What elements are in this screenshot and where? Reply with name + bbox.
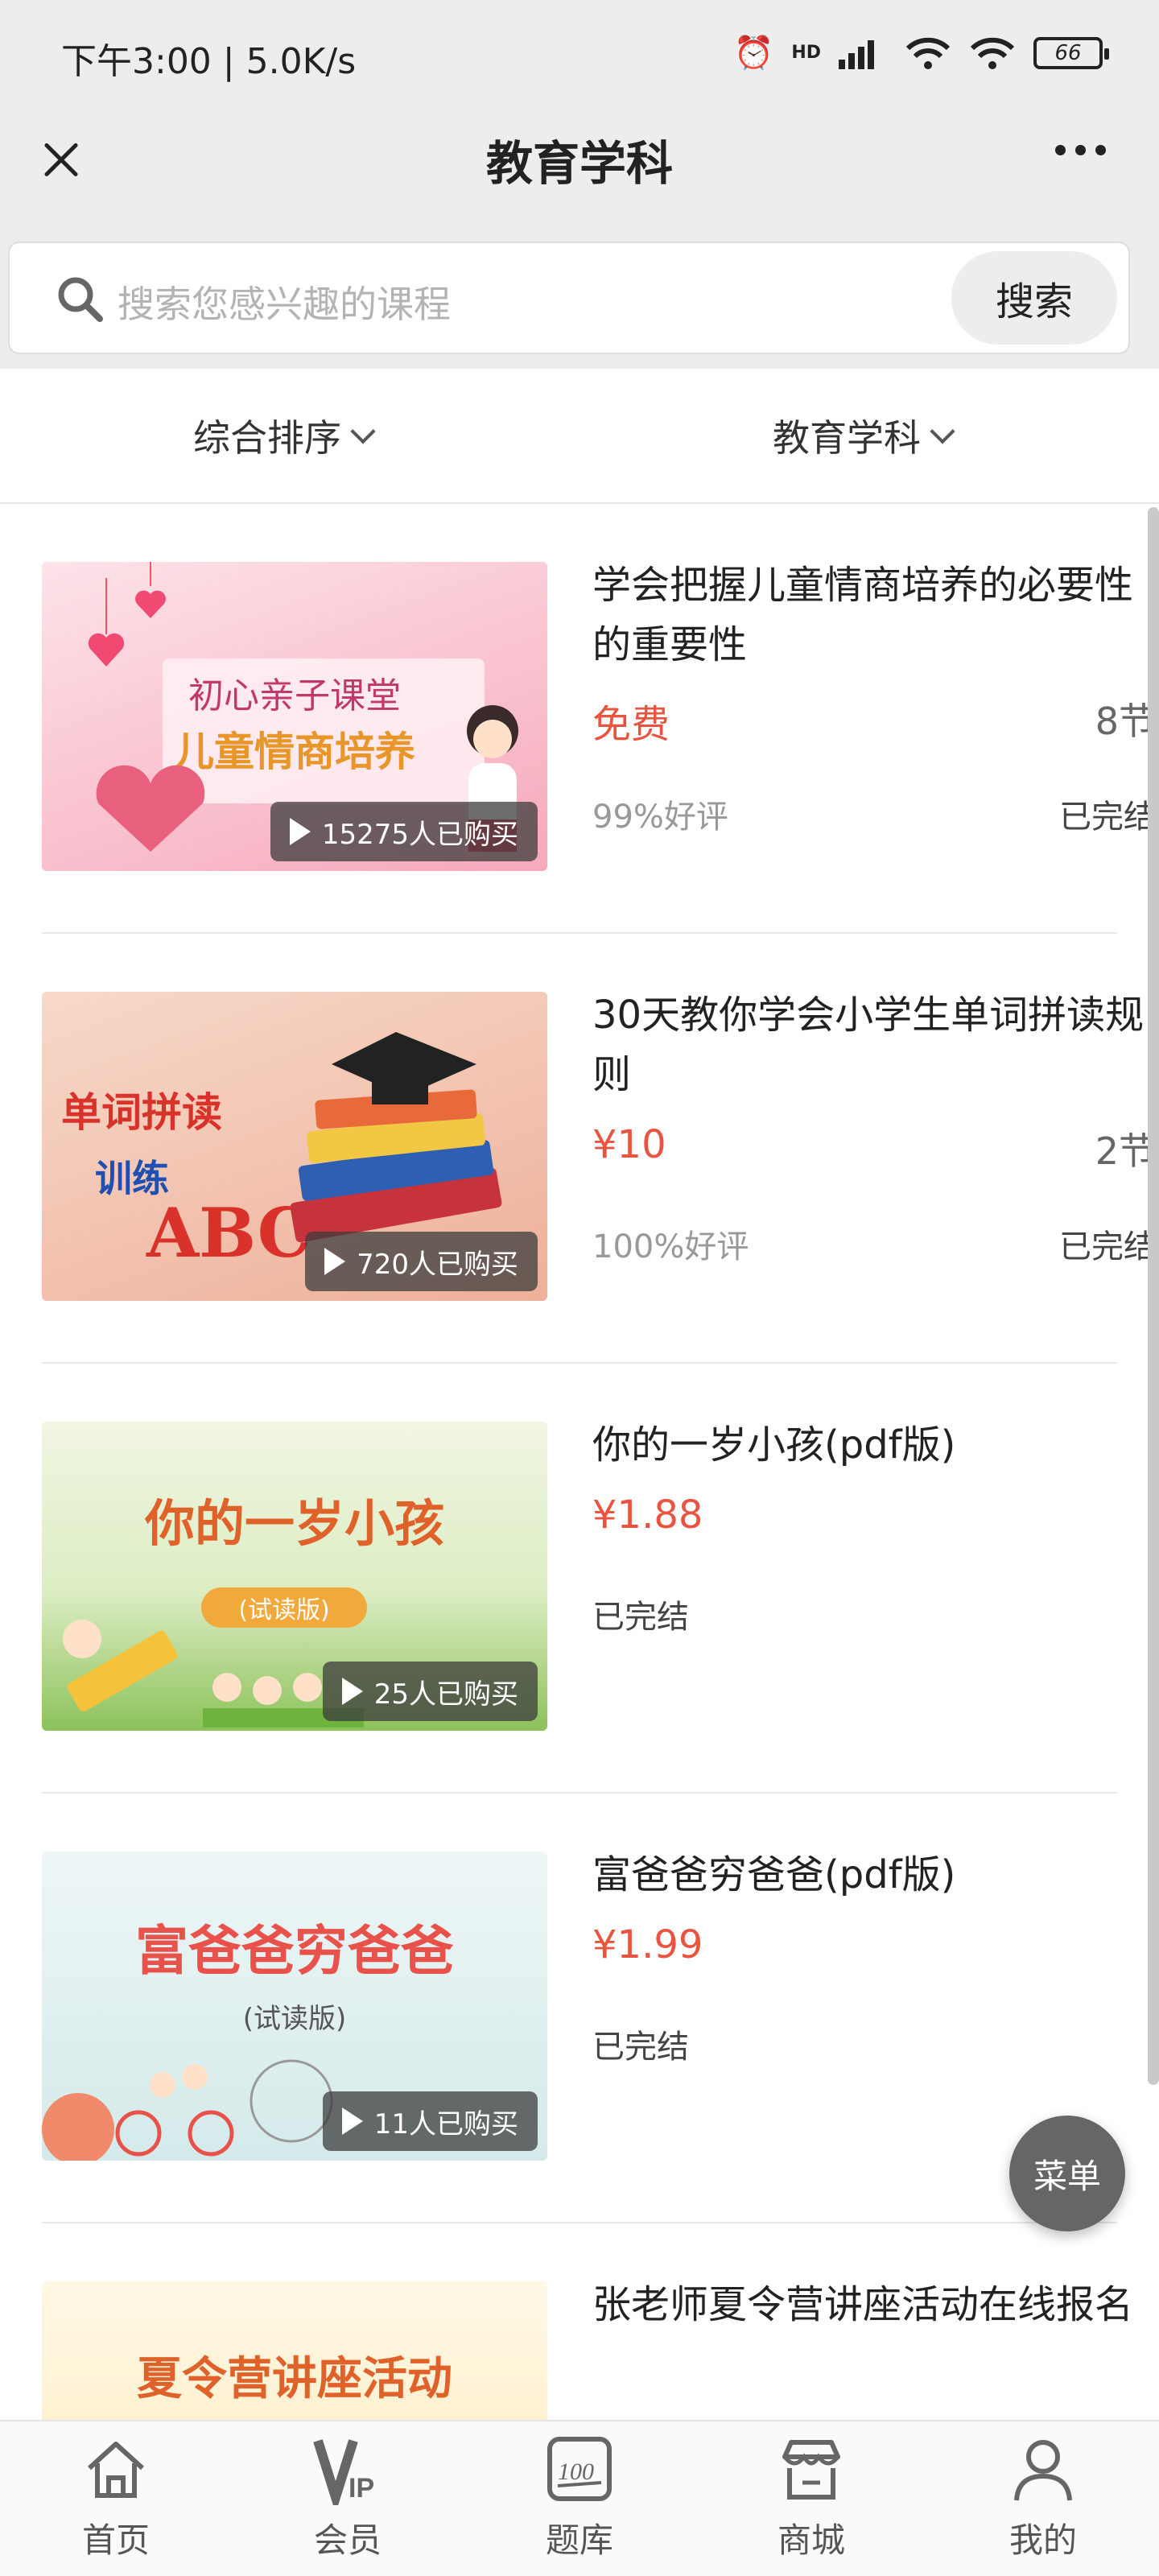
course-thumbnail[interactable]: 富爸爸穷爸爸 (试读版) 11人已购买 [42,1852,547,2161]
search-bar: 搜索您感兴趣的课程 搜索 [8,242,1130,354]
search-button[interactable]: 搜索 [951,251,1117,345]
profile-icon [1014,2440,1072,2501]
tab-store[interactable]: 商城 [731,2433,892,2562]
battery-icon: 66 [1033,36,1109,69]
category-filter[interactable]: 教育学科 [773,409,955,462]
thumbnail-badge: (试读版) [201,1587,367,1628]
course-title[interactable]: 张老师夏令营讲座活动在线报名 [592,2275,1156,2334]
tab-question-bank[interactable]: 100 题库 [499,2433,660,2562]
search-input[interactable]: 搜索您感兴趣的课程 [118,275,451,328]
more-icon[interactable] [1055,145,1106,155]
course-rating: 100%好评 [592,1228,749,1265]
course-thumbnail[interactable]: 你的一岁小孩 (试读版) 25人已购买 [42,1422,547,1731]
heart-balloon-icon [135,562,166,618]
bottom-tab-bar: 首页 IP 会员 100 题库 商城 我的 [0,2420,1159,2576]
course-item[interactable]: 初心亲子课堂 儿童情商培养 15275人已购买 学会把握儿童情商培养的必要性的重… [42,504,1156,934]
course-lessons: 8节 [1095,700,1156,743]
network-badge: HD [791,43,821,63]
thumbnail-title: 单词拼读 [61,1089,222,1136]
thumbnail-title: 你的一岁小孩 [144,1494,444,1553]
menu-button[interactable]: 菜单 [1009,2116,1125,2231]
course-title[interactable]: 学会把握儿童情商培养的必要性的重要性 [592,555,1156,675]
course-info: 30天教你学会小学生单词拼读规则 ¥10 2节 100%好评 已完结 [592,985,1156,1307]
tab-home[interactable]: 首页 [35,2433,196,2562]
thumbnail-title: 夏令营讲座活动 [137,2353,452,2405]
tab-store-label: 商城 [777,2520,845,2560]
svg-text:IP: IP [349,2473,374,2504]
buyers-badge: 15275人已购买 [270,802,538,861]
page-title: 教育学科 [485,136,673,191]
course-item[interactable]: 富爸爸穷爸爸 (试读版) 11人已购买 富爸爸穷爸爸(pdf版) ¥1.99 已… [42,1794,1117,2223]
course-price: ¥1.99 [592,1922,703,1967]
status-icons: ⏰ HD 66 [733,34,1109,72]
course-title[interactable]: 30天教你学会小学生单词拼读规则 [592,985,1156,1104]
search-icon [58,277,103,322]
signal-icon [839,39,874,69]
course-price: 免费 [592,702,670,747]
nav-bar: 教育学科 [0,108,1159,227]
course-info: 张老师夏令营讲座活动在线报名 [592,2275,1156,2420]
home-icon [87,2442,145,2498]
tab-profile-label: 我的 [1008,2520,1077,2560]
store-icon [782,2440,840,2500]
heart-box-icon [96,765,205,852]
course-status: 已完结 [592,2029,689,2066]
alarm-icon: ⏰ [733,35,774,72]
status-bar: 下午3:00 | 5.0K/s ⏰ HD 66 [0,0,1159,108]
books-icon [290,1032,502,1243]
course-item[interactable]: 单词拼读 训练 ABC 720人已购买 30天教你学会小学生单词拼读规则 ¥10… [42,934,1156,1364]
scrollbar[interactable] [1148,507,1159,2085]
wifi-icon-2 [970,37,1015,69]
tab-profile[interactable]: 我的 [963,2433,1124,2562]
question-bank-icon: 100 [547,2437,612,2501]
course-price: ¥1.88 [592,1492,703,1538]
course-status: 已完结 [1059,799,1156,836]
sort-filter[interactable]: 综合排序 [193,409,376,462]
chevron-down-icon [350,419,376,444]
buyers-badge: 25人已购买 [322,1662,538,1721]
tab-vip[interactable]: IP 会员 [267,2433,428,2562]
status-time-speed: 下午3:00 | 5.0K/s [61,41,357,82]
course-thumbnail[interactable]: 夏令营讲座活动 [42,2281,547,2420]
course-list: 初心亲子课堂 儿童情商培养 15275人已购买 学会把握儿童情商培养的必要性的重… [0,504,1159,2420]
course-thumbnail[interactable]: 单词拼读 训练 ABC 720人已购买 [42,992,547,1301]
course-title[interactable]: 你的一岁小孩(pdf版) [592,1415,1156,1475]
course-rating: 99%好评 [592,799,728,836]
course-item[interactable]: 夏令营讲座活动 张老师夏令营讲座活动在线报名 [42,2223,1133,2420]
course-status: 已完结 [592,1599,689,1636]
thumbnail-title: 富爸爸穷爸爸 [135,1920,454,1982]
pencil-illustration [63,1620,178,1712]
thumbnail-subtitle: (试读版) [242,2003,347,2035]
category-filter-label: 教育学科 [773,416,921,460]
wifi-icon [905,37,951,69]
course-thumbnail[interactable]: 初心亲子课堂 儿童情商培养 15275人已购买 [42,562,547,871]
course-lessons: 2节 [1095,1129,1156,1173]
course-info: 你的一岁小孩(pdf版) ¥1.88 已完结 [592,1415,1156,1737]
filter-bar: 综合排序 教育学科 [0,369,1159,504]
course-status: 已完结 [1059,1228,1156,1265]
sort-filter-label: 综合排序 [193,416,341,460]
vip-icon: IP [313,2439,374,2514]
search-section: 搜索您感兴趣的课程 搜索 [0,227,1159,369]
buyers-badge: 11人已购买 [322,2091,538,2151]
tab-question-bank-label: 题库 [545,2520,613,2560]
svg-text:100: 100 [558,2458,594,2485]
tab-home-label: 首页 [81,2520,150,2560]
course-item[interactable]: 你的一岁小孩 (试读版) 25人已购买 你的一岁小孩(pdf版) ¥1.88 已… [42,1364,1117,1794]
course-info: 学会把握儿童情商培养的必要性的重要性 免费 8节 99%好评 已完结 [592,555,1156,877]
buyers-badge: 720人已购买 [305,1232,538,1291]
course-title[interactable]: 富爸爸穷爸爸(pdf版) [592,1845,1156,1905]
chevron-down-icon [930,419,955,444]
course-price: ¥10 [592,1122,666,1167]
tab-vip-label: 会员 [313,2520,382,2560]
